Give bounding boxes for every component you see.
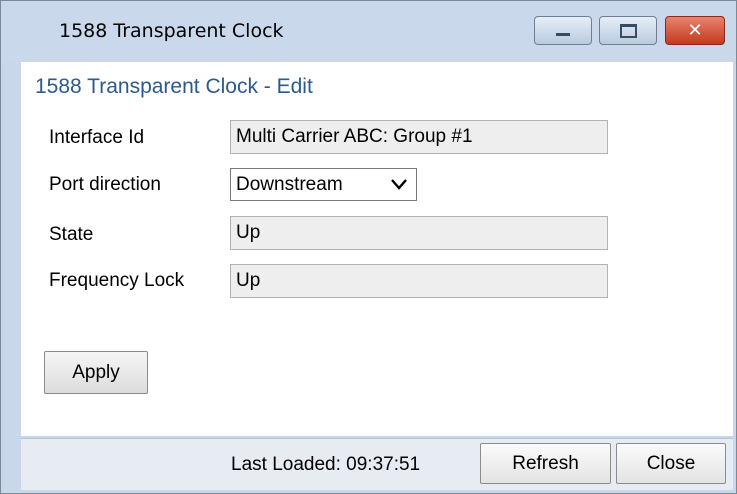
maximize-icon: [619, 23, 637, 38]
maximize-button[interactable]: [599, 16, 657, 45]
interface-id-label: Interface Id: [49, 127, 145, 148]
minimize-button[interactable]: [534, 16, 592, 45]
title-bar[interactable]: 1588 Transparent Clock ✕: [1, 1, 736, 61]
state-label: State: [49, 224, 94, 245]
edit-panel: 1588 Transparent Clock - Edit Interface …: [21, 62, 733, 436]
panel-heading: 1588 Transparent Clock - Edit: [35, 75, 313, 98]
port-direction-value: Downstream: [236, 174, 343, 195]
close-button[interactable]: Close: [616, 443, 726, 484]
refresh-button[interactable]: Refresh: [480, 443, 611, 484]
interface-id-field: Multi Carrier ABC: Group #1: [230, 120, 608, 154]
window-title: 1588 Transparent Clock: [59, 20, 284, 42]
dialog-window: 1588 Transparent Clock ✕ 1588 Transparen…: [0, 0, 737, 494]
window-close-button[interactable]: ✕: [665, 16, 725, 45]
last-loaded-text: Last Loaded: 09:37:51: [231, 454, 421, 475]
minimize-icon: [556, 33, 570, 36]
chevron-down-icon: [391, 179, 407, 190]
frequency-lock-field: Up: [230, 264, 608, 298]
status-bar: Last Loaded: 09:37:51 Refresh Close: [21, 438, 733, 490]
apply-button[interactable]: Apply: [44, 351, 148, 394]
frequency-lock-label: Frequency Lock: [49, 270, 185, 291]
port-direction-label: Port direction: [49, 174, 161, 195]
close-icon: ✕: [687, 19, 703, 41]
state-field: Up: [230, 216, 608, 250]
port-direction-select[interactable]: Downstream: [230, 168, 417, 201]
